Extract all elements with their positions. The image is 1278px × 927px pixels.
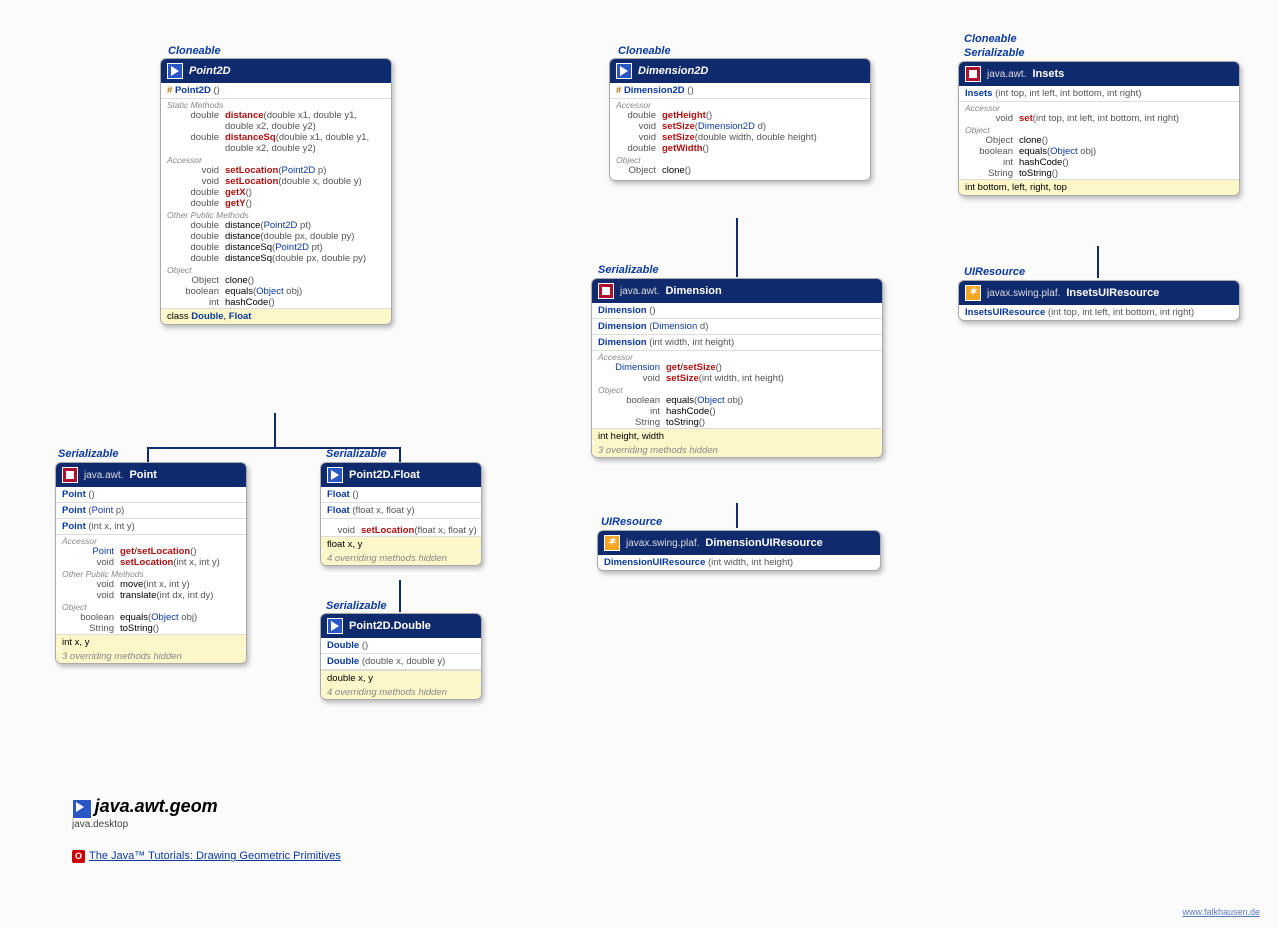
section-label: Static Methods: [161, 99, 391, 110]
class-icon: [327, 467, 343, 483]
package-icon: [72, 799, 92, 819]
iface-uiresource-2[interactable]: UIResource: [964, 266, 1025, 278]
iface-serializable[interactable]: Serializable: [58, 448, 119, 460]
iface-serializable-2[interactable]: Serializable: [326, 448, 387, 460]
class-point2d-float: Point2D.Float Float () Float (float x, f…: [320, 462, 482, 566]
class-icon: [965, 66, 981, 82]
tutorial-link[interactable]: O The Java™ Tutorials: Drawing Geometric …: [72, 850, 341, 863]
iface-cloneable-3[interactable]: Cloneable: [964, 33, 1017, 45]
iface-serializable-4[interactable]: Serializable: [598, 264, 659, 276]
abstract-class-icon: [616, 63, 632, 79]
class-icon: [598, 283, 614, 299]
class-icon: [62, 467, 78, 483]
nested-classes: class Double, Float: [161, 308, 391, 324]
class-dimension-uiresource: javax.swing.plaf.DimensionUIResource Dim…: [597, 530, 881, 571]
iface-cloneable[interactable]: Cloneable: [168, 45, 221, 57]
iface-cloneable-2[interactable]: Cloneable: [618, 45, 671, 57]
oracle-icon: O: [72, 850, 85, 863]
abstract-class-icon: [167, 63, 183, 79]
hidden-note: 3 overriding methods hidden: [56, 650, 246, 663]
tutorial-link-text[interactable]: The Java™ Tutorials: Drawing Geometric P…: [89, 850, 341, 862]
diagram-title: java.awt.geom java.desktop: [72, 796, 218, 830]
iface-serializable-3[interactable]: Serializable: [326, 600, 387, 612]
class-insets: java.awt.Insets Insets (int top, int lef…: [958, 61, 1240, 196]
credit-link[interactable]: www.falkhausen.de: [1182, 907, 1260, 917]
class-icon: [327, 618, 343, 634]
class-point: java.awt.Point Point () Point (Point p) …: [55, 462, 247, 664]
fields: int x, y: [56, 634, 246, 650]
class-dimension: java.awt.Dimension Dimension () Dimensio…: [591, 278, 883, 458]
class-point2d-double: Point2D.Double Double () Double (double …: [320, 613, 482, 700]
module-name: java.desktop: [72, 819, 218, 830]
uiresource-icon: [604, 535, 620, 551]
package-name: java.awt.geom: [95, 796, 218, 816]
uiresource-icon: [965, 285, 981, 301]
class-header: Point2D: [161, 59, 391, 83]
method-row: doubledistance (double x1, double y1,: [161, 110, 391, 121]
constructor: # Point2D (): [161, 83, 391, 99]
class-dimension2d: Dimension2D # Dimension2D () Accessor do…: [609, 58, 871, 181]
iface-uiresource[interactable]: UIResource: [601, 516, 662, 528]
class-point2d: Point2D # Point2D () Static Methods doub…: [160, 58, 392, 325]
iface-serializable-5[interactable]: Serializable: [964, 47, 1025, 59]
class-insets-uiresource: javax.swing.plaf.InsetsUIResource Insets…: [958, 280, 1240, 321]
